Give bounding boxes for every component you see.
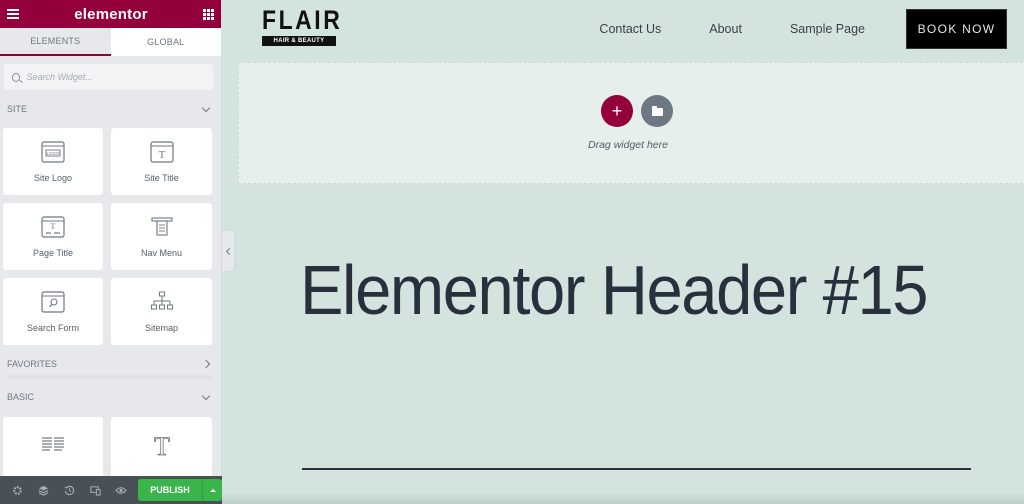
widget-label: Search Form [26,322,79,333]
page-title-icon: T [41,215,65,238]
collapse-panel-button[interactable] [222,231,234,271]
widget-nav-menu[interactable]: Nav Menu [111,203,212,270]
svg-text:T: T [51,222,56,231]
widget-site-logo[interactable]: LOGO Site Logo [3,128,103,195]
site-nav: Contact Us About Sample Page BOOK NOW [599,9,1007,49]
section-basic-header[interactable]: BASIC [0,379,221,415]
plus-icon: + [611,101,623,121]
history-icon[interactable] [56,476,82,504]
site-widgets: LOGO Site Logo T Site Title T Page Title [0,128,221,345]
section-site-label: SITE [7,104,28,114]
logo-wordmark: FLAIR [262,5,343,35]
nav-link-about[interactable]: About [709,22,742,36]
basic-widgets: T [0,417,221,484]
elementor-panel: elementor ELEMENTS GLOBAL SITE LOGO Site… [0,0,222,504]
search-widget-box[interactable] [4,64,213,90]
widget-label: Sitemap [144,322,179,333]
heading-icon: T [153,434,170,456]
widget-label: Page Title [32,247,74,258]
svg-text:T: T [154,434,170,456]
columns-icon [42,436,64,451]
folder-icon [651,106,663,116]
responsive-icon[interactable] [82,476,108,504]
widget-columns[interactable] [3,417,103,484]
settings-icon[interactable] [4,476,30,504]
tab-elements[interactable]: ELEMENTS [0,28,111,56]
section-favorites-label: FAVORITES [7,359,57,369]
panel-header: elementor [0,0,221,28]
panel-footer: PUBLISH [0,476,222,504]
preview-icon[interactable] [108,476,134,504]
add-section-button[interactable]: + [601,95,633,127]
add-template-button[interactable] [641,95,673,127]
chevron-left-icon [225,247,233,255]
search-form-icon [41,290,65,313]
tab-global[interactable]: GLOBAL [111,28,222,56]
nav-menu-icon [150,216,173,236]
widget-label: Site Logo [33,172,73,183]
svg-text:T: T [158,149,165,161]
section-basic-label: BASIC [7,392,35,402]
section-site-header[interactable]: SITE [0,90,221,128]
hero-divider [302,468,971,470]
sitemap-icon [150,291,173,309]
widget-sitemap[interactable]: Sitemap [111,278,212,345]
search-widget-input[interactable] [26,72,205,82]
menu-icon[interactable] [7,9,19,19]
canvas-bottom-shadow [222,492,1024,504]
search-icon [12,72,21,82]
widget-heading[interactable]: T [111,417,212,484]
widgets-grid-icon[interactable] [203,8,214,20]
book-now-button[interactable]: BOOK NOW [906,9,1007,49]
drop-zone-hint: Drag widget here [239,139,1024,151]
widget-label: Site Title [144,172,179,183]
nav-link-contact[interactable]: Contact Us [599,22,661,36]
chevron-down-icon [201,391,211,400]
drop-zone-hint-text: Drag widget here [588,139,668,151]
hero-heading[interactable]: Elementor Header #15 [300,250,932,330]
svg-text:LOGO: LOGO [46,151,60,156]
chevron-right-icon [201,359,211,369]
panel-tabs: ELEMENTS GLOBAL [0,28,221,56]
site-logo-icon: LOGO [41,140,65,163]
widget-label: Nav Menu [140,247,183,258]
chevron-down-icon [201,103,211,112]
caret-up-icon [209,488,216,492]
widget-drop-zone[interactable]: + Drag widget here [238,62,1024,184]
elementor-logo: elementor [74,5,148,23]
site-title-icon: T [149,140,174,163]
nav-link-sample-page[interactable]: Sample Page [790,22,865,36]
site-header: FLAIR HAIR & BEAUTY Contact Us About Sam… [222,0,1024,60]
site-logo[interactable]: FLAIR HAIR & BEAUTY [262,5,343,46]
drop-zone-actions: + [601,95,673,127]
widget-search-form[interactable]: Search Form [3,278,103,345]
publish-options-button[interactable] [202,479,222,501]
widget-site-title[interactable]: T Site Title [111,128,212,195]
navigator-icon[interactable] [30,476,56,504]
logo-tagline: HAIR & BEAUTY [262,36,336,46]
widget-page-title[interactable]: T Page Title [3,203,103,270]
publish-button[interactable]: PUBLISH [138,479,202,501]
